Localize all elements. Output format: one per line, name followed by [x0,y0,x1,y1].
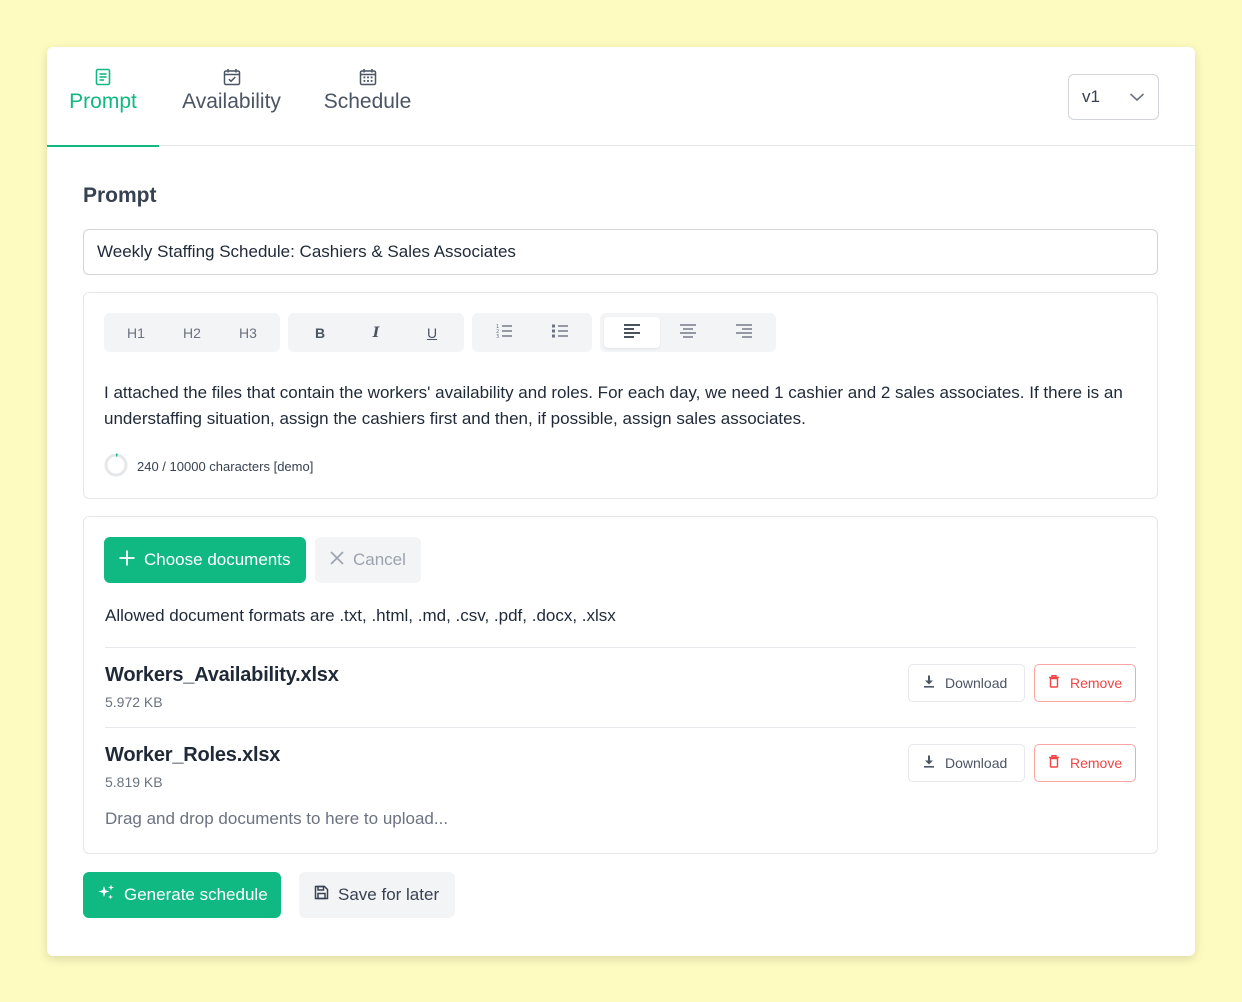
align-center-icon [679,323,697,342]
choose-documents-button[interactable]: Choose documents [104,537,306,583]
calendar-check-icon [223,67,241,87]
version-select[interactable]: v1 [1068,74,1159,120]
choose-documents-label: Choose documents [144,550,291,569]
align-right-icon [735,323,753,342]
file-size: 5.972 KB [105,694,163,710]
generate-schedule-button[interactable]: Generate schedule [83,872,281,918]
allowed-formats-text: Allowed document formats are .txt, .html… [105,606,616,625]
file-name: Worker_Roles.xlsx [105,744,281,766]
remove-label: Remove [1070,755,1123,771]
generate-schedule-label: Generate schedule [124,885,268,904]
underline-icon: U [426,324,438,341]
file-size: 5.819 KB [105,774,163,790]
bullet-list-button[interactable] [532,317,588,348]
h1-button[interactable]: H1 [108,317,164,348]
bullet-list-icon [551,323,569,342]
trash-icon [1048,754,1060,771]
remove-label: Remove [1070,675,1123,691]
align-left-button[interactable] [604,317,660,348]
version-value: v1 [1082,87,1100,106]
plus-icon [118,549,136,572]
char-counter: 240 / 10000 characters [demo] [104,453,313,480]
tab-prompt[interactable]: Prompt [47,47,159,147]
bold-icon: B [314,324,326,341]
svg-text:3: 3 [496,334,499,339]
save-icon [314,885,329,905]
tab-label: Schedule [323,90,412,113]
download-label: Download [945,755,1008,771]
trash-icon [1048,674,1060,691]
chevron-down-icon [1129,87,1145,107]
tab-availability[interactable]: Availability [167,47,296,146]
editor-toolbar: H1 H2 H3 B I U 1 2 3 [104,313,776,352]
char-count-text: 240 / 10000 characters [demo] [137,459,314,474]
download-icon [923,755,935,771]
italic-icon: I [372,324,380,341]
h2-label: H2 [183,324,201,341]
download-button[interactable]: Download [908,664,1025,702]
cancel-upload-button[interactable]: Cancel [315,537,421,583]
download-button[interactable]: Download [908,744,1025,782]
download-icon [923,675,935,691]
italic-button[interactable]: I [348,317,404,348]
dropzone-hint[interactable]: Drag and drop documents to here to uploa… [105,809,448,829]
tab-label: Availability [182,90,281,113]
schedule-card: Prompt Availability Schedule v1 Prompt W… [47,47,1195,956]
underline-button[interactable]: U [404,317,460,348]
h3-label: H3 [239,324,257,341]
sparkles-icon [98,884,115,906]
align-group [600,313,776,352]
file-name: Workers_Availability.xlsx [105,664,339,686]
h1-label: H1 [127,324,145,341]
tab-schedule[interactable]: Schedule [317,47,418,146]
close-icon [329,550,345,571]
cancel-label: Cancel [353,550,406,569]
save-for-later-button[interactable]: Save for later [299,872,455,918]
align-left-icon [623,323,641,342]
prompt-title-input[interactable] [83,229,1158,275]
prompt-editor: H1 H2 H3 B I U 1 2 3 I attached the file… [83,292,1158,499]
remove-button[interactable]: Remove [1034,744,1136,782]
tab-label: Prompt [69,90,137,113]
save-for-later-label: Save for later [338,885,440,904]
heading-group: H1 H2 H3 [104,313,280,352]
document-upload: Choose documents Cancel Allowed document… [83,516,1158,854]
remove-button[interactable]: Remove [1034,664,1136,702]
h2-button[interactable]: H2 [164,317,220,348]
tabs-bar: Prompt Availability Schedule v1 [47,47,1195,147]
ordered-list-icon: 1 2 3 [495,323,513,342]
divider [105,647,1136,648]
prompt-section-title: Prompt [83,184,157,207]
document-text-icon [94,67,112,87]
list-group: 1 2 3 [472,313,592,352]
align-center-button[interactable] [660,317,716,348]
file-item: Worker_Roles.xlsx 5.819 KB Download Remo… [105,744,1136,804]
bold-button[interactable]: B [292,317,348,348]
file-item: Workers_Availability.xlsx 5.972 KB Downl… [105,664,1136,724]
ordered-list-button[interactable]: 1 2 3 [476,317,532,348]
format-group: B I U [288,313,464,352]
editor-content[interactable]: I attached the files that contain the wo… [104,380,1134,432]
align-right-button[interactable] [716,317,772,348]
h3-button[interactable]: H3 [220,317,276,348]
progress-ring-icon [104,453,128,480]
download-label: Download [945,675,1008,691]
calendar-grid-icon [359,67,377,87]
divider [105,727,1136,728]
